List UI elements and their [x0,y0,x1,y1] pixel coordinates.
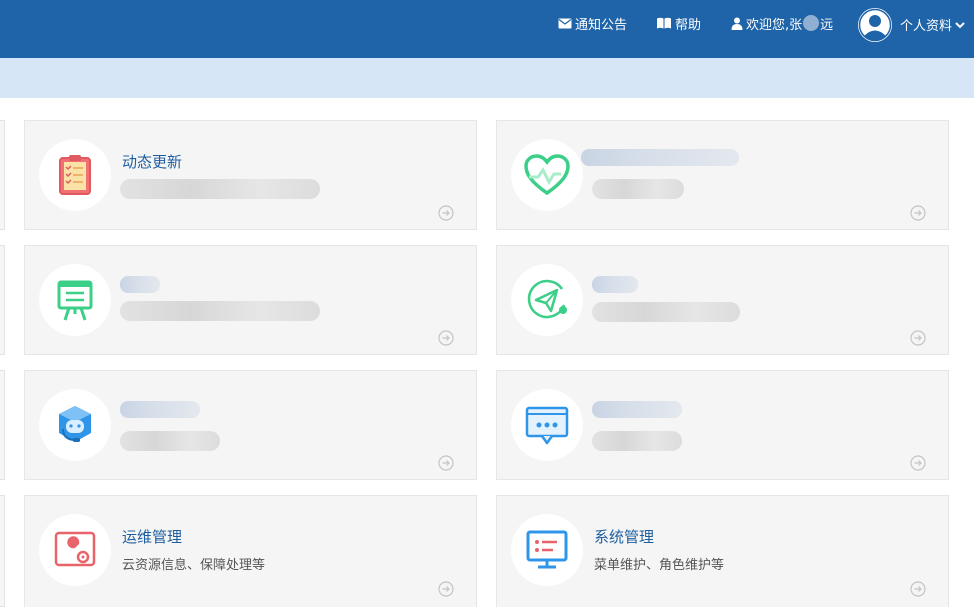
chat-window-icon [525,406,569,445]
welcome-suffix: 远 [820,17,834,33]
arrow-right-circle-icon[interactable] [438,330,454,346]
redacted-description-blur [592,179,684,199]
card-icon-circle [39,389,111,461]
envelope-icon [558,18,572,28]
arrow-right-circle-icon[interactable] [910,581,926,597]
card-icon-circle [511,389,583,461]
welcome-prefix: 欢迎您,张 [746,17,803,33]
user-icon [731,17,743,30]
redacted-description-blur [120,431,220,451]
module-card-dynamic-updates[interactable]: 动态更新 [24,120,477,230]
card-title: 运维管理 [122,528,183,546]
card-description: 菜单维护、角色维护等 [594,558,725,573]
welcome-user[interactable]: 欢迎您,张 远 [731,14,834,33]
presentation-board-icon [57,280,93,321]
card-description: 云资源信息、保障处理等 [122,558,266,573]
module-card-presentation[interactable] [24,245,477,355]
profile-menu[interactable]: 个人资料 [900,15,965,34]
card-icon-circle [39,514,111,586]
partial-card-left[interactable] [0,495,5,607]
redacted-title-blur [592,401,682,418]
module-card-health[interactable] [496,120,949,230]
clipboard-checklist-icon [59,155,91,195]
help-label: 帮助 [675,17,702,33]
arrow-right-circle-icon[interactable] [910,455,926,471]
card-title: 动态更新 [122,153,183,171]
wrench-gear-icon [54,531,96,567]
redacted-title-blur [592,276,638,293]
module-card-system[interactable]: 系统管理 菜单维护、角色维护等 [496,495,949,607]
arrow-right-circle-icon[interactable] [910,330,926,346]
redacted-title-blur [581,149,739,166]
support-cube-icon [59,406,91,442]
breadcrumb-bar [0,58,974,98]
card-icon-circle [39,264,111,336]
card-icon-circle [511,139,583,211]
redacted-title-blur [120,401,200,418]
monitor-settings-icon [526,530,568,569]
help-link[interactable]: 帮助 [656,14,702,33]
notice-label: 通知公告 [575,17,628,33]
arrow-right-circle-icon[interactable] [438,581,454,597]
module-card-operations[interactable]: 运维管理 云资源信息、保障处理等 [24,495,477,607]
profile-label: 个人资料 [900,19,953,34]
heart-pulse-icon [524,154,570,196]
redacted-description-blur [592,431,682,451]
paper-plane-icon [527,279,567,319]
card-title: 系统管理 [594,528,655,546]
redacted-description-blur [120,301,320,321]
chevron-down-icon [955,21,965,28]
name-redaction-blur [803,15,820,31]
card-icon-circle [39,139,111,211]
top-header-bar: 通知公告 帮助 欢迎您,张 远 个人资料 [0,0,974,58]
module-card-support[interactable] [24,370,477,480]
notice-link[interactable]: 通知公告 [558,14,628,33]
module-card-send[interactable] [496,245,949,355]
card-icon-circle [511,264,583,336]
partial-card-left[interactable] [0,370,5,480]
redacted-description-blur [120,179,320,199]
avatar[interactable] [858,8,892,42]
redacted-description-blur [592,302,740,322]
partial-card-left[interactable] [0,120,5,230]
partial-card-left[interactable] [0,245,5,355]
card-icon-circle [511,514,583,586]
book-icon [657,17,671,29]
avatar-user-icon [858,8,892,42]
arrow-right-circle-icon[interactable] [438,455,454,471]
arrow-right-circle-icon[interactable] [438,205,454,221]
redacted-title-blur [120,276,160,293]
arrow-right-circle-icon[interactable] [910,205,926,221]
module-card-messages[interactable] [496,370,949,480]
